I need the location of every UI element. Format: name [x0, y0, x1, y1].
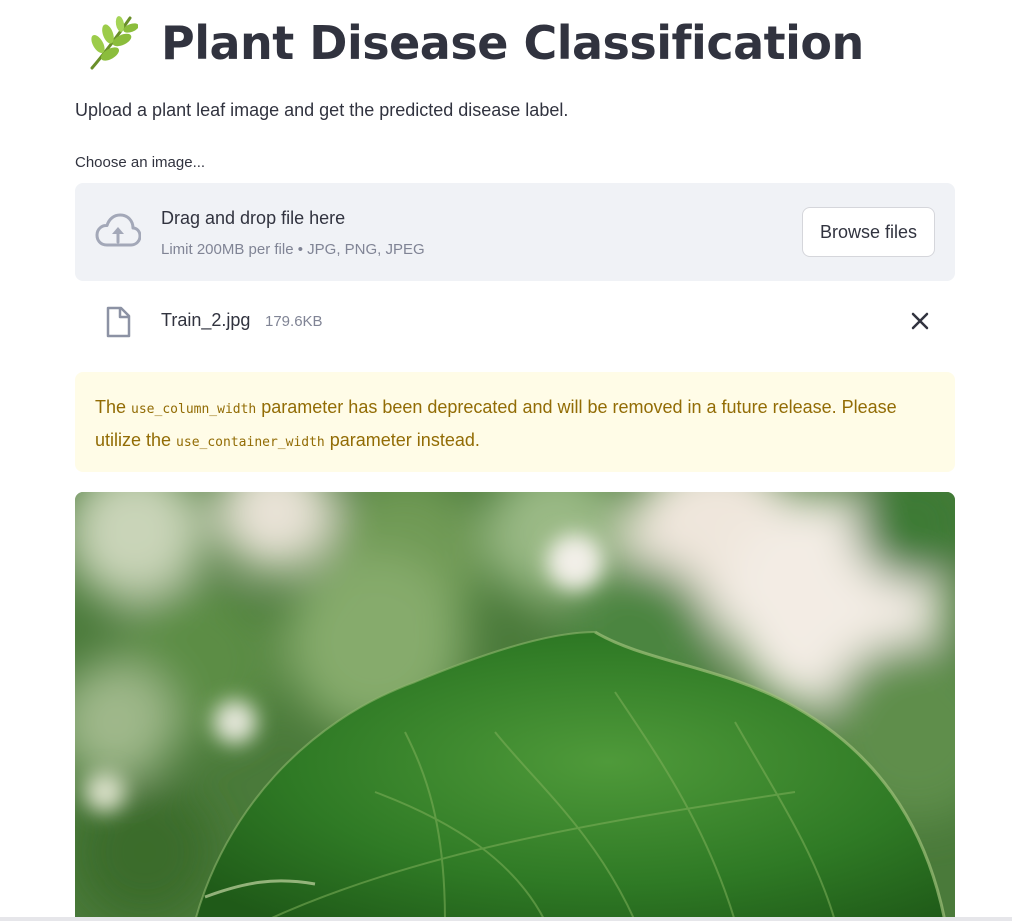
warning-code-1: use_column_width: [131, 402, 257, 417]
file-dropzone[interactable]: Drag and drop file here Limit 200MB per …: [75, 183, 955, 281]
dropzone-limit-text: Limit 200MB per file • JPG, PNG, JPEG: [161, 241, 425, 258]
uploaded-file-name: Train_2.jpg: [161, 310, 251, 330]
close-icon: [907, 312, 933, 337]
deprecation-warning: The use_column_width parameter has been …: [75, 372, 955, 472]
page-header: Plant Disease Classification: [75, 10, 955, 76]
remove-file-button[interactable]: [907, 308, 933, 334]
uploaded-file-item: Train_2.jpg 179.6KB: [75, 298, 955, 344]
uploader-label: Choose an image...: [75, 154, 206, 171]
file-icon: [105, 306, 131, 338]
herb-icon: [83, 14, 141, 72]
cloud-upload-icon: [95, 213, 142, 249]
uploaded-leaf-image: [75, 492, 955, 921]
warning-code-2: use_container_width: [176, 435, 325, 450]
warning-text-1: The: [95, 397, 132, 417]
bottom-divider: [0, 917, 1012, 921]
warning-text-3: parameter instead.: [324, 430, 480, 450]
browse-files-button[interactable]: Browse files: [802, 207, 935, 257]
uploaded-file-size: 179.6KB: [265, 313, 323, 330]
app-page: Plant Disease Classification Upload a pl…: [0, 0, 1012, 921]
dropzone-instructions: Drag and drop file here: [161, 208, 346, 228]
page-description: Upload a plant leaf image and get the pr…: [75, 100, 569, 120]
page-title: Plant Disease Classification: [161, 16, 864, 70]
